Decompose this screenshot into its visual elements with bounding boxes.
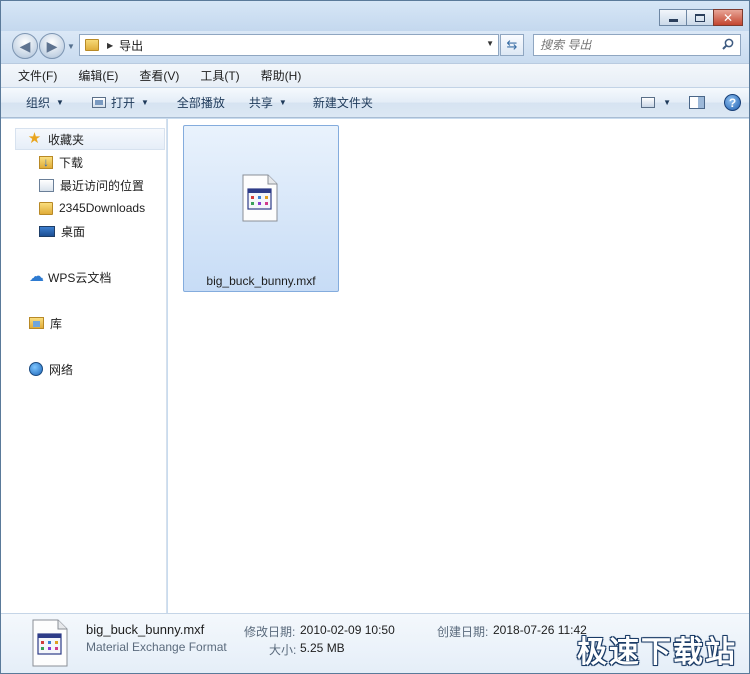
modified-label: 修改日期: bbox=[244, 625, 296, 639]
play-all-button[interactable]: 全部播放 bbox=[171, 91, 231, 114]
size-label: 大小: bbox=[269, 643, 297, 657]
preview-pane-icon[interactable] bbox=[689, 96, 705, 109]
minimize-icon bbox=[668, 19, 678, 22]
media-file-icon bbox=[242, 174, 278, 222]
navigation-pane: ★ 收藏夹 下载 最近访问的位置 2345Downloads 桌面 ☁ WPS云… bbox=[1, 119, 167, 613]
nav-desktop-label: 桌面 bbox=[61, 224, 86, 239]
recent-pages-dropdown-icon[interactable]: ▼ bbox=[67, 42, 75, 51]
menu-tools[interactable]: 工具(T) bbox=[195, 65, 244, 86]
explorer-window: ✕ ◀ ▶ ▼ ▶ 导出 ▼ ⇆ 文件(F) 编辑(E bbox=[0, 0, 750, 674]
downloads-folder-icon bbox=[39, 155, 53, 169]
size-value: 5.25 MB bbox=[300, 641, 345, 655]
recent-places-icon bbox=[39, 178, 54, 192]
nav-downloads[interactable]: 下载 bbox=[39, 151, 83, 173]
caret-down-icon: ▼ bbox=[140, 98, 149, 107]
caption-buttons: ✕ bbox=[659, 9, 743, 26]
arrow-right-icon: ▶ bbox=[46, 37, 58, 54]
open-button[interactable]: 打开 ▼ bbox=[86, 91, 155, 114]
details-file-type: Material Exchange Format bbox=[86, 640, 227, 654]
change-view-icon[interactable] bbox=[641, 97, 656, 108]
menu-help[interactable]: 帮助(H) bbox=[256, 65, 307, 86]
organize-button[interactable]: 组织 ▼ bbox=[20, 91, 70, 114]
library-icon bbox=[29, 317, 44, 329]
star-icon: ★ bbox=[27, 130, 42, 147]
folder-icon bbox=[39, 201, 53, 215]
open-label: 打开 bbox=[110, 96, 135, 110]
address-bar[interactable]: ▶ 导出 ▼ bbox=[79, 34, 499, 56]
back-button[interactable]: ◀ bbox=[12, 33, 38, 59]
file-list: big_buck_bunny.mxf bbox=[168, 119, 749, 613]
maximize-button[interactable] bbox=[686, 9, 714, 26]
menu-bar: 文件(F) 编辑(E) 查看(V) 工具(T) 帮助(H) bbox=[1, 63, 749, 87]
caret-down-icon: ▼ bbox=[278, 98, 287, 107]
breadcrumb-arrow-icon[interactable]: ▶ bbox=[107, 41, 113, 50]
nav-downloads-label: 下载 bbox=[59, 155, 84, 170]
play-all-label: 全部播放 bbox=[176, 96, 225, 110]
view-controls: ▼ ? bbox=[641, 94, 741, 111]
organize-label: 组织 bbox=[26, 96, 51, 110]
nav-library-label: 库 bbox=[50, 316, 63, 331]
nav-recent-label: 最近访问的位置 bbox=[60, 178, 145, 193]
modified-value[interactable]: 2010-02-09 10:50 bbox=[300, 623, 395, 637]
forward-button[interactable]: ▶ bbox=[39, 33, 65, 59]
open-with-icon bbox=[91, 97, 106, 108]
new-folder-button[interactable]: 新建文件夹 bbox=[307, 91, 379, 114]
share-label: 共享 bbox=[248, 96, 273, 110]
breadcrumb-item[interactable]: 导出 bbox=[119, 37, 143, 54]
nav-libraries[interactable]: 库 bbox=[29, 312, 62, 334]
desktop-icon bbox=[39, 225, 55, 237]
search-box[interactable] bbox=[533, 34, 741, 56]
nav-favorites[interactable]: ★ 收藏夹 bbox=[15, 128, 165, 150]
nav-network-label: 网络 bbox=[49, 362, 74, 377]
maximize-icon bbox=[695, 13, 705, 22]
network-icon bbox=[29, 362, 43, 376]
watermark-logo: 极速下载站 bbox=[577, 635, 737, 670]
arrow-left-icon: ◀ bbox=[19, 37, 31, 54]
menu-view[interactable]: 查看(V) bbox=[134, 65, 184, 86]
address-row: ◀ ▶ ▼ ▶ 导出 ▼ ⇆ bbox=[1, 31, 749, 61]
nav-wps-cloud[interactable]: ☁ WPS云文档 bbox=[29, 266, 111, 288]
share-button[interactable]: 共享 ▼ bbox=[243, 91, 293, 114]
close-icon: ✕ bbox=[722, 10, 734, 25]
address-dropdown-icon[interactable]: ▼ bbox=[486, 39, 494, 48]
caret-down-icon: ▼ bbox=[56, 98, 64, 107]
help-icon[interactable]: ? bbox=[724, 94, 741, 111]
created-value[interactable]: 2018-07-26 11:42 bbox=[493, 623, 587, 637]
command-bar: 组织 ▼ 打开 ▼ 全部播放 共享 ▼ 新建文件夹 ▼ ? bbox=[1, 87, 749, 118]
nav-2345downloads-label: 2345Downloads bbox=[59, 201, 146, 215]
created-label: 创建日期: bbox=[437, 625, 489, 639]
view-dropdown-icon[interactable]: ▼ bbox=[663, 98, 671, 107]
file-item[interactable]: big_buck_bunny.mxf bbox=[183, 125, 339, 292]
nav-desktop[interactable]: 桌面 bbox=[39, 220, 85, 242]
media-file-icon bbox=[32, 619, 68, 667]
search-icon[interactable] bbox=[722, 38, 734, 50]
folder-icon bbox=[85, 39, 99, 51]
cloud-icon: ☁ bbox=[29, 268, 44, 285]
menu-file[interactable]: 文件(F) bbox=[13, 65, 62, 86]
search-input[interactable] bbox=[534, 35, 714, 55]
nav-favorites-label: 收藏夹 bbox=[48, 132, 85, 147]
refresh-icon: ⇆ bbox=[506, 37, 518, 52]
menu-edit[interactable]: 编辑(E) bbox=[73, 65, 123, 86]
minimize-button[interactable] bbox=[659, 9, 687, 26]
new-folder-label: 新建文件夹 bbox=[312, 96, 373, 110]
nav-wps-label: WPS云文档 bbox=[48, 270, 112, 285]
close-button[interactable]: ✕ bbox=[713, 9, 743, 26]
refresh-button[interactable]: ⇆ bbox=[500, 34, 524, 56]
file-name: big_buck_bunny.mxf bbox=[206, 274, 316, 288]
nav-2345downloads[interactable]: 2345Downloads bbox=[39, 197, 145, 219]
details-file-name: big_buck_bunny.mxf bbox=[86, 622, 205, 637]
title-bar: ✕ bbox=[1, 1, 749, 31]
nav-recent-places[interactable]: 最近访问的位置 bbox=[39, 174, 144, 196]
nav-network[interactable]: 网络 bbox=[29, 358, 73, 380]
